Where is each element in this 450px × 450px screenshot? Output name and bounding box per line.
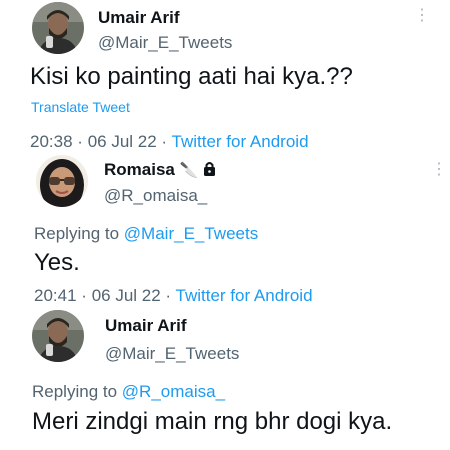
replying-to: Replying to @Mair_E_Tweets	[34, 224, 258, 244]
avatar-umair-arif[interactable]	[32, 2, 84, 54]
mention-link[interactable]: @Mair_E_Tweets	[124, 224, 258, 243]
tweet-text: Kisi ko painting aati hai kya.??	[30, 63, 353, 90]
more-options-icon[interactable]: ⋮	[414, 8, 430, 24]
avatar-photo	[32, 310, 84, 362]
tweet-source[interactable]: Twitter for Android	[176, 286, 313, 305]
author-name[interactable]: Umair Arif	[98, 8, 180, 28]
replying-to: Replying to @R_omaisa_	[32, 382, 225, 402]
tweet-metadata: 20:38 · 06 Jul 22 · Twitter for Android	[30, 132, 309, 152]
separator: ·	[165, 286, 172, 305]
replying-to-label: Replying to	[32, 382, 118, 401]
author-name[interactable]: Romaisa 🔪	[104, 160, 216, 180]
separator: ·	[161, 132, 168, 151]
author-handle[interactable]: @Mair_E_Tweets	[98, 33, 232, 53]
author-handle[interactable]: @Mair_E_Tweets	[105, 344, 239, 364]
tweet-source[interactable]: Twitter for Android	[172, 132, 309, 151]
tweet-date[interactable]: 06 Jul 22	[92, 286, 161, 305]
lock-icon	[203, 162, 216, 179]
tweet-text: Meri zindgi main rng bhr dogi kya.	[32, 408, 393, 435]
author-handle[interactable]: @R_omaisa_	[104, 186, 207, 206]
avatar-romaisa[interactable]	[36, 155, 88, 207]
separator: ·	[77, 132, 83, 151]
tweet-time[interactable]: 20:38	[30, 132, 73, 151]
more-options-icon[interactable]: ⋮	[431, 162, 447, 178]
author-name[interactable]: Umair Arif	[105, 316, 187, 336]
tweet-time[interactable]: 20:41	[34, 286, 77, 305]
avatar-umair-arif[interactable]	[32, 310, 84, 362]
avatar-photo	[36, 155, 88, 207]
knife-emoji: 🔪	[179, 162, 199, 179]
separator: ·	[81, 286, 87, 305]
mention-link[interactable]: @R_omaisa_	[122, 382, 225, 401]
tweet-date[interactable]: 06 Jul 22	[88, 132, 157, 151]
tweet-text: Yes.	[34, 249, 80, 276]
translate-tweet-link[interactable]: Translate Tweet	[31, 99, 130, 115]
author-name-text: Romaisa	[104, 160, 175, 179]
replying-to-label: Replying to	[34, 224, 120, 243]
tweet-metadata: 20:41 · 06 Jul 22 · Twitter for Android	[34, 286, 313, 306]
avatar-photo	[32, 2, 84, 54]
